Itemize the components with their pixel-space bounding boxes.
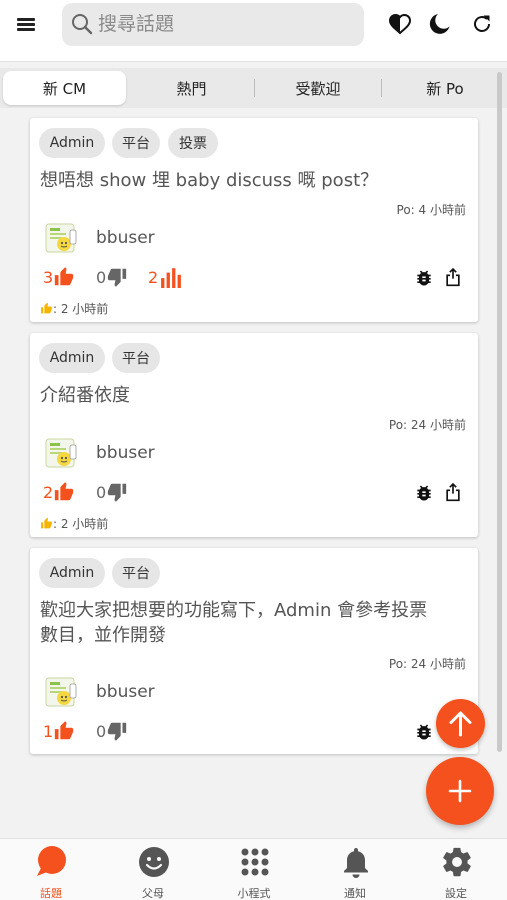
thumbs-down-icon	[106, 481, 128, 503]
post-card[interactable]: Admin 平台 歡迎大家把想要的功能寫下，Admin 會參考投票 數目，並作開…	[30, 548, 478, 754]
last-like-text: : 2 小時前	[53, 517, 109, 531]
tab-popular[interactable]: 受歡迎	[256, 71, 380, 105]
post-card[interactable]: Admin 平台 投票 想唔想 show 埋 baby discuss 嘅 po…	[30, 118, 478, 322]
posted-time: Po: 4 小時前	[396, 203, 466, 217]
heart-half-icon[interactable]	[388, 12, 412, 36]
like-count: 3	[43, 267, 54, 287]
tab-bar: 新 CM 熱門 受歡迎 新 Po	[0, 68, 507, 108]
last-like-time: : 2 小時前	[40, 515, 108, 532]
smiley-icon	[139, 847, 169, 877]
post-title[interactable]: 歡迎大家把想要的功能寫下，Admin 會參考投票 數目，並作開發	[40, 598, 427, 648]
vote-count: 2	[148, 267, 159, 287]
tag-chip[interactable]: Admin	[39, 558, 105, 588]
post-title[interactable]: 介紹番依度	[40, 383, 130, 408]
arrow-up-icon	[449, 711, 472, 737]
share-icon[interactable]	[443, 267, 463, 287]
avatar	[44, 674, 80, 710]
share-icon[interactable]	[443, 482, 463, 502]
nav-label: 父母	[142, 887, 164, 900]
tag-chip[interactable]: 平台	[112, 343, 160, 373]
username[interactable]: bbuser	[96, 682, 155, 702]
like-button[interactable]: 2	[43, 481, 75, 503]
search-input[interactable]	[98, 9, 348, 39]
tag-chip[interactable]: 投票	[168, 128, 218, 158]
thumbs-down-icon	[106, 720, 128, 742]
nav-parents[interactable]: 父母	[113, 845, 193, 900]
nav-notifications[interactable]: 通知	[315, 845, 395, 900]
bug-report-icon[interactable]	[414, 483, 434, 503]
nav-mini-apps[interactable]: 小程式	[214, 845, 294, 900]
thumbs-up-icon	[53, 266, 75, 288]
nav-label: 話題	[40, 887, 62, 900]
plus-icon	[448, 779, 472, 803]
last-like-text: : 2 小時前	[53, 302, 109, 316]
avatar	[44, 220, 80, 256]
post-title-line: 歡迎大家把想要的功能寫下，Admin 會參考投票	[40, 600, 428, 621]
dislike-count: 0	[96, 267, 107, 287]
refresh-icon[interactable]	[470, 12, 494, 36]
posted-time: Po: 24 小時前	[388, 657, 466, 671]
dislike-button[interactable]: 0	[96, 266, 128, 288]
chat-bubble-icon	[37, 846, 66, 876]
bug-report-icon[interactable]	[414, 268, 434, 288]
tab-new-cm[interactable]: 新 CM	[3, 71, 126, 105]
tab-divider	[381, 79, 382, 97]
posted-time: Po: 24 小時前	[388, 418, 466, 432]
apps-grid-icon	[241, 848, 269, 876]
scroll-to-top-button[interactable]	[436, 699, 485, 748]
nav-label: 設定	[445, 887, 467, 900]
search-bar[interactable]	[62, 3, 364, 46]
thumbs-up-icon	[53, 720, 75, 742]
avatar	[44, 435, 80, 471]
thumbs-up-icon	[53, 481, 75, 503]
top-app-bar	[0, 0, 507, 62]
vote-results-button[interactable]: 2	[148, 266, 182, 288]
dislike-button[interactable]: 0	[96, 481, 128, 503]
dislike-count: 0	[96, 482, 107, 502]
post-title-line: 數目，並作開發	[40, 625, 166, 646]
post-card[interactable]: Admin 平台 介紹番依度 Po: 24 小時前 bbuser 2 0 : 2…	[30, 333, 478, 537]
scrollbar[interactable]	[497, 72, 502, 752]
nav-label: 通知	[344, 887, 366, 900]
thumbs-up-icon	[40, 302, 53, 315]
menu-icon[interactable]	[14, 14, 40, 34]
tab-new-po[interactable]: 新 Po	[384, 71, 506, 105]
thumbs-down-icon	[106, 266, 128, 288]
like-button[interactable]: 1	[43, 720, 75, 742]
username[interactable]: bbuser	[96, 443, 155, 463]
username[interactable]: bbuser	[96, 228, 155, 248]
tab-divider	[254, 79, 255, 97]
bug-report-icon[interactable]	[414, 722, 434, 742]
thumbs-up-icon	[40, 517, 53, 530]
search-icon	[72, 14, 93, 35]
last-like-time: : 2 小時前	[40, 300, 108, 317]
nav-topics[interactable]: 話題	[11, 845, 91, 900]
nav-settings[interactable]: 設定	[416, 845, 496, 900]
tab-hot[interactable]: 熱門	[130, 71, 253, 105]
nav-label: 小程式	[237, 887, 271, 900]
moon-icon[interactable]	[428, 12, 452, 36]
bell-icon	[344, 848, 368, 878]
new-post-button[interactable]	[426, 757, 494, 825]
tag-chip[interactable]: 平台	[112, 558, 160, 588]
dislike-count: 0	[96, 721, 107, 741]
like-count: 1	[43, 721, 54, 741]
like-button[interactable]: 3	[43, 266, 75, 288]
tag-chip[interactable]: 平台	[112, 128, 160, 158]
like-count: 2	[43, 482, 54, 502]
post-title[interactable]: 想唔想 show 埋 baby discuss 嘅 post？	[40, 168, 378, 193]
tag-chip[interactable]: Admin	[39, 128, 105, 158]
bar-chart-icon	[160, 266, 182, 288]
bottom-navigation: 話題 父母 小程式 通知 設定	[0, 838, 507, 900]
tag-chip[interactable]: Admin	[39, 343, 105, 373]
gear-icon	[443, 847, 471, 877]
dislike-button[interactable]: 0	[96, 720, 128, 742]
